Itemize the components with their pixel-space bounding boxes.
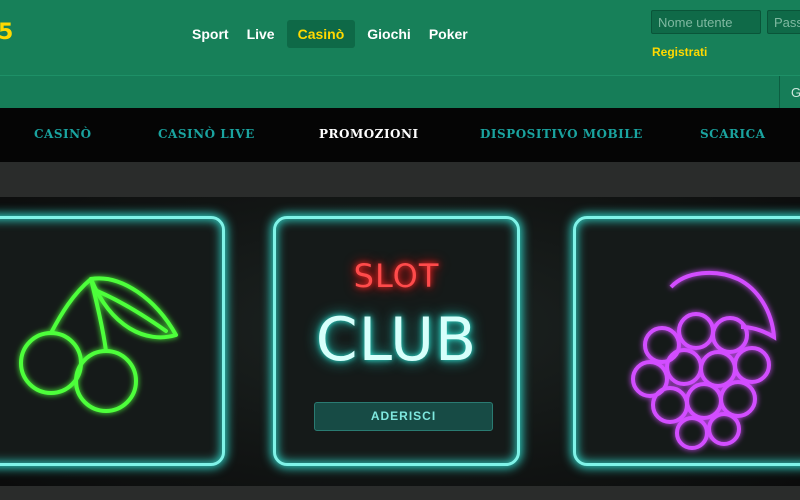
grey-separator xyxy=(0,162,800,197)
grapes-icon xyxy=(631,270,777,450)
casino-nav-promozioni[interactable]: PROMOZIONI xyxy=(319,127,419,141)
top-header: 5 Sport Live Casinò Giochi Poker Registr… xyxy=(0,0,800,75)
casino-nav-casino[interactable]: CASINÒ xyxy=(34,127,92,141)
cherry-frame xyxy=(0,216,225,466)
casino-nav: CASINÒ CASINÒ LIVE PROMOZIONI DISPOSITIV… xyxy=(0,108,800,162)
nav-giochi[interactable]: Giochi xyxy=(358,20,420,48)
nav-live[interactable]: Live xyxy=(238,20,284,48)
bottom-strip xyxy=(0,486,800,500)
casino-nav-casino-live[interactable]: CASINÒ LIVE xyxy=(158,127,255,141)
join-button[interactable]: ADERISCI xyxy=(314,402,493,431)
strip-edge-text[interactable]: G xyxy=(791,85,800,100)
strip-divider xyxy=(779,76,780,109)
casino-nav-scarica[interactable]: SCARICA xyxy=(700,127,765,141)
nav-poker[interactable]: Poker xyxy=(420,20,477,48)
nav-casino[interactable]: Casinò xyxy=(286,20,356,48)
secondary-strip: G xyxy=(0,75,800,109)
casino-nav-dispositivo-mobile[interactable]: DISPOSITIVO MOBILE xyxy=(480,127,643,141)
password-input[interactable] xyxy=(767,10,800,34)
slot-club-frame: SLOT CLUB ADERISCI xyxy=(273,216,520,466)
club-title: CLUB xyxy=(315,305,478,375)
grapes-frame xyxy=(573,216,800,466)
main-nav: Sport Live Casinò Giochi Poker xyxy=(183,20,477,48)
slot-title: SLOT xyxy=(353,257,440,295)
brand-logo[interactable]: 5 xyxy=(0,20,13,46)
nav-sport[interactable]: Sport xyxy=(183,20,238,48)
register-link[interactable]: Registrati xyxy=(652,45,707,59)
username-input[interactable] xyxy=(651,10,761,34)
cherry-icon xyxy=(19,276,178,413)
slot-club-banner[interactable]: SLOT CLUB ADERISCI xyxy=(0,197,800,486)
